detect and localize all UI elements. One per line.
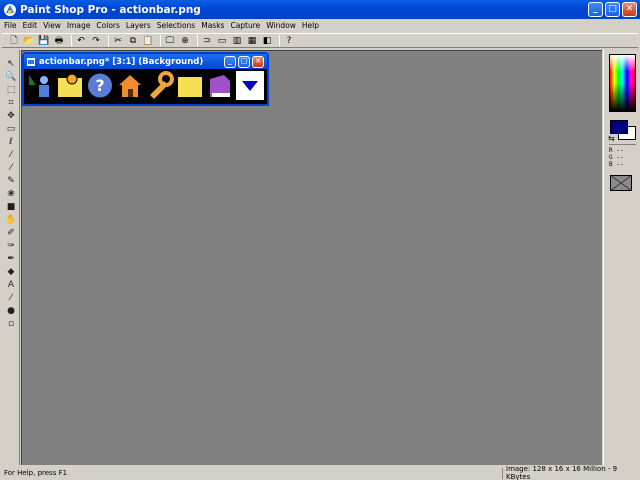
eraser-tool-icon[interactable]: ✐ [4, 227, 18, 239]
svg-text:?: ? [95, 76, 104, 95]
document-maximize-button[interactable]: □ [238, 55, 250, 68]
document-title-bar[interactable]: actionbar.png* [3:1] (Background) _ □ ✕ [24, 54, 267, 69]
toolbar-separator [197, 35, 198, 46]
toolbar-separator [108, 35, 109, 46]
folder-star-icon [56, 71, 84, 100]
dropdown-arrow-icon [236, 71, 264, 100]
menu-masks[interactable]: Masks [201, 21, 224, 30]
preset-shapes-tool-icon[interactable]: ● [4, 305, 18, 317]
toggle-layer-palette-icon[interactable]: ◧ [261, 35, 273, 47]
swap-colors-icon[interactable]: ⇆ [608, 134, 615, 143]
mover-tool-icon[interactable]: ✥ [4, 110, 18, 122]
zoom-tool-icon[interactable]: 🔍 [4, 71, 18, 83]
menu-file[interactable]: File [4, 21, 17, 30]
document-close-button[interactable]: ✕ [252, 55, 264, 68]
folder-icon [176, 71, 204, 100]
minimize-button[interactable]: _ [588, 2, 603, 17]
menu-edit[interactable]: Edit [23, 21, 38, 30]
toolbar-separator [279, 35, 280, 46]
full-screen-preview-icon[interactable]: 🖵 [164, 35, 176, 47]
close-button[interactable]: ✕ [622, 2, 637, 17]
deform-tool-icon[interactable]: ⬚ [4, 84, 18, 96]
print-icon[interactable]: 🖶 [53, 35, 65, 47]
tools-wrench-icon [146, 71, 174, 100]
toolbar-separator [160, 35, 161, 46]
book-icon [206, 71, 234, 100]
rgb-readout: R -- G -- B -- [609, 144, 636, 168]
freehand-selection-tool-icon[interactable]: ℓ [4, 136, 18, 148]
toggle-histogram-icon[interactable]: ▥ [231, 35, 243, 47]
redo-icon[interactable]: ↷ [90, 35, 102, 47]
menu-colors[interactable]: Colors [96, 21, 120, 30]
maximize-button[interactable]: □ [605, 2, 620, 17]
status-bar: For Help, press F1 Image: 128 x 16 x 16 … [0, 465, 640, 480]
workspace-area[interactable] [21, 50, 602, 465]
menu-layers[interactable]: Layers [126, 21, 151, 30]
document-title: actionbar.png* [3:1] (Background) [39, 56, 204, 67]
save-file-icon[interactable]: 💾 [38, 35, 50, 47]
app-title-bar[interactable]: Paint Shop Pro - actionbar.png _ □ ✕ [0, 0, 640, 19]
app-title: Paint Shop Pro - actionbar.png [20, 3, 201, 16]
flood-fill-tool-icon[interactable]: ◆ [4, 266, 18, 278]
menu-bar: File Edit View Image Colors Layers Selec… [0, 19, 640, 32]
copy-icon[interactable]: ⧉ [127, 35, 139, 47]
tool-palette: ↖ 🔍 ⬚ ⌗ ✥ ▭ ℓ ⁄ ⁄ ✎ ❀ ■ ✋ ✐ ✑ ✒ ◆ A ⁄ ● ▫ [2, 50, 20, 465]
document-icon [27, 57, 35, 66]
draw-tool-icon[interactable]: ⁄ [4, 292, 18, 304]
toggle-tool-palette-icon[interactable]: ⊃ [201, 35, 213, 47]
paint-shop-pro-app-icon [4, 3, 16, 16]
open-file-icon[interactable]: 📂 [23, 35, 35, 47]
crop-tool-icon[interactable]: ⌗ [4, 97, 18, 109]
document-minimize-button[interactable]: _ [224, 55, 236, 68]
dropper-tool-icon[interactable]: ⁄ [4, 162, 18, 174]
texture-swatch[interactable] [610, 175, 632, 191]
menu-image[interactable]: Image [67, 21, 91, 30]
picture-tube-tool-icon[interactable]: ✑ [4, 240, 18, 252]
text-tool-icon[interactable]: A [4, 279, 18, 291]
magic-wand-tool-icon[interactable]: ⁄ [4, 149, 18, 161]
paintbrush-tool-icon[interactable]: ✎ [4, 175, 18, 187]
menu-capture[interactable]: Capture [230, 21, 260, 30]
status-image-info: Image: 128 x 16 x 16 Million - 9 KBytes [502, 465, 640, 480]
color-replacer-tool-icon[interactable]: ■ [4, 201, 18, 213]
status-help-text: For Help, press F1 [4, 469, 68, 477]
paste-icon[interactable]: 📋 [142, 35, 154, 47]
normal-viewing-icon[interactable]: ⊕ [179, 35, 191, 47]
menu-help[interactable]: Help [302, 21, 319, 30]
retouch-tool-icon[interactable]: ✋ [4, 214, 18, 226]
readout-b: B -- [609, 161, 624, 168]
object-selector-tool-icon[interactable]: ▫ [4, 318, 18, 330]
clone-brush-tool-icon[interactable]: ❀ [4, 188, 18, 200]
selector-arrow-tool-icon[interactable]: ↖ [4, 58, 18, 70]
color-spectrum[interactable] [609, 54, 636, 112]
menu-selections[interactable]: Selections [157, 21, 195, 30]
readout-g: G -- [609, 154, 624, 161]
toggle-overview-icon[interactable]: ▦ [246, 35, 258, 47]
menu-view[interactable]: View [43, 21, 61, 30]
cut-icon[interactable]: ✂ [112, 35, 124, 47]
readout-r: R -- [609, 147, 624, 154]
new-file-icon[interactable]: 🗋 [8, 35, 20, 47]
airbrush-tool-icon[interactable]: ✒ [4, 253, 18, 265]
help-question-icon: ? [86, 71, 114, 100]
foreground-color-swatch[interactable] [610, 120, 628, 134]
home-icon [116, 71, 144, 100]
toggle-toolbar-icon[interactable]: ▭ [216, 35, 228, 47]
color-palette: ⇆ R -- G -- B -- [603, 50, 640, 465]
context-help-icon[interactable]: ? [283, 35, 295, 47]
menu-window[interactable]: Window [266, 21, 296, 30]
image-canvas[interactable]: ? [24, 69, 267, 104]
standard-toolbar: 🗋 📂 💾 🖶 ↶ ↷ ✂ ⧉ 📋 🖵 ⊕ ⊃ ▭ ▥ ▦ ◧? [2, 33, 638, 48]
toolbar-separator [71, 35, 72, 46]
selection-tool-icon[interactable]: ▭ [4, 123, 18, 135]
image-document-window[interactable]: actionbar.png* [3:1] (Background) _ □ ✕ … [22, 52, 269, 106]
user-tree-icon [26, 71, 54, 100]
undo-icon[interactable]: ↶ [75, 35, 87, 47]
